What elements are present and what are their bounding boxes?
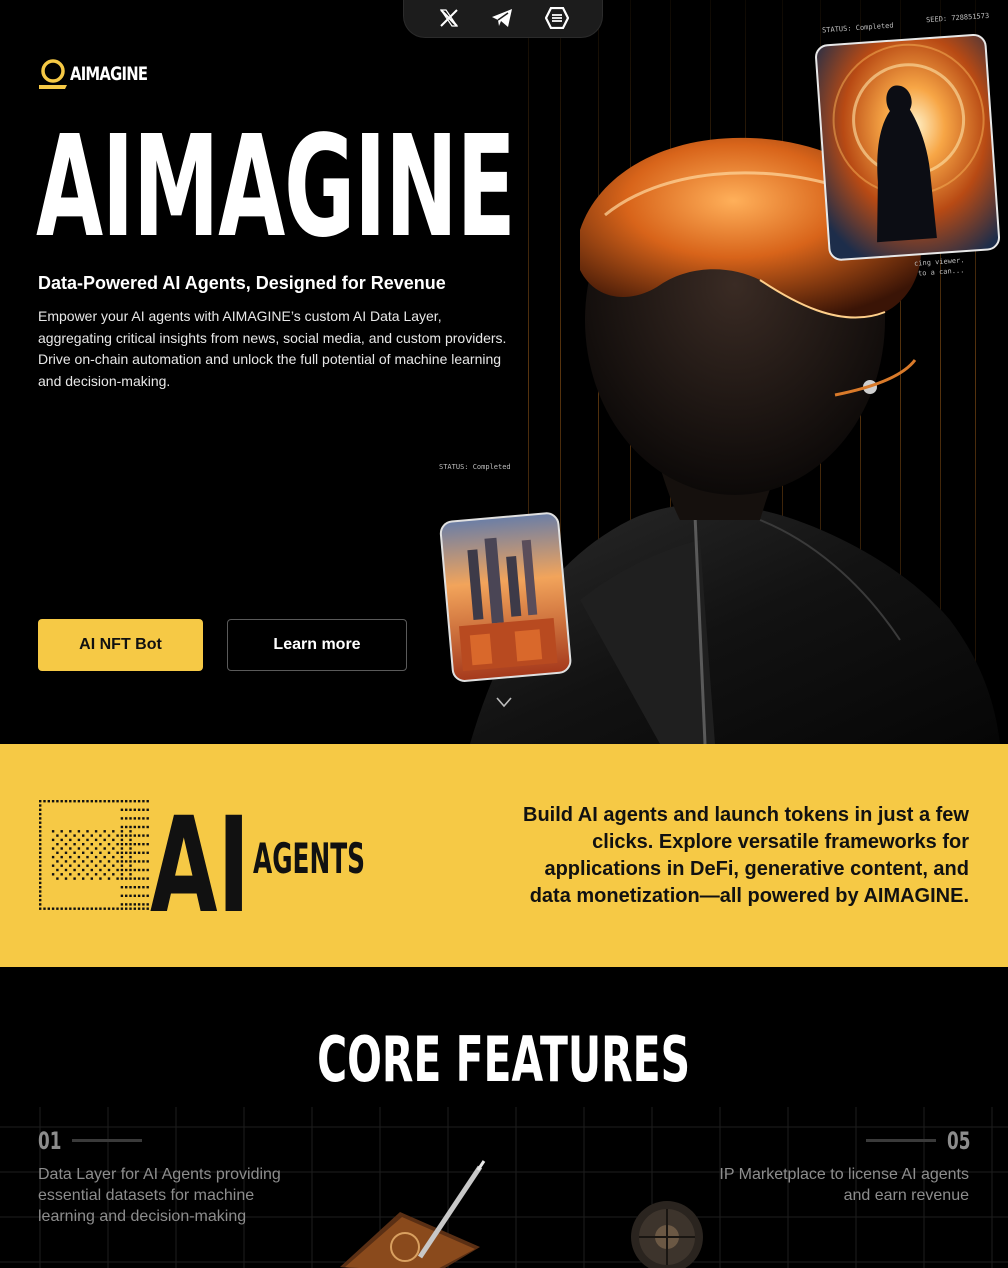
core-features-section: CORE FEATURES 01 Data Layer for AI Agent… — [0, 967, 1008, 1268]
ai-agents-description: Build AI agents and launch tokens in jus… — [523, 804, 969, 907]
ai-agents-logo-small: AGENTS — [253, 834, 365, 883]
feature-divider-right — [866, 1139, 936, 1142]
telegram-icon[interactable] — [489, 6, 515, 30]
feature-text-right: IP Marketplace to license AI agents and … — [719, 1166, 969, 1204]
feature-number-right: 05 — [946, 1127, 970, 1155]
hero-title: AIMAGINE — [36, 106, 516, 269]
logo-ring-icon — [39, 59, 67, 89]
ai-agents-logo: AI AGENTS — [39, 799, 365, 914]
site-logo[interactable]: AIMAGINE — [38, 58, 169, 90]
ai-agents-logo-big: AI — [150, 799, 250, 914]
round-device-illustration — [631, 1201, 703, 1268]
ai-nft-bot-button[interactable]: AI NFT Bot — [38, 619, 203, 671]
hero-subtitle: Data-Powered AI Agents, Designed for Rev… — [38, 273, 446, 293]
notebook-pen-illustration — [340, 1160, 486, 1268]
core-features-title: CORE FEATURES — [317, 1023, 691, 1096]
ai-agents-band: AI AGENTS Build AI agents and launch tok… — [0, 744, 1008, 967]
logo-text: AIMAGINE — [70, 63, 148, 85]
hero-section: STATUS: Completed SEED: 728851573 cing v… — [0, 0, 1008, 744]
small-card-status-label: STATUS: Completed — [439, 463, 511, 471]
token-icon[interactable] — [544, 6, 570, 30]
hero-description: Empower your AI agents with AIMAGINE’s c… — [38, 308, 507, 389]
feature-divider-left — [72, 1139, 142, 1142]
learn-more-button[interactable]: Learn more — [227, 619, 407, 671]
x-icon[interactable] — [436, 6, 462, 30]
feature-number-left: 01 — [38, 1127, 62, 1155]
social-links-tab — [403, 0, 603, 38]
feature-text-left: Data Layer for AI Agents providing essen… — [38, 1166, 281, 1225]
chevron-down-icon[interactable] — [495, 695, 513, 709]
